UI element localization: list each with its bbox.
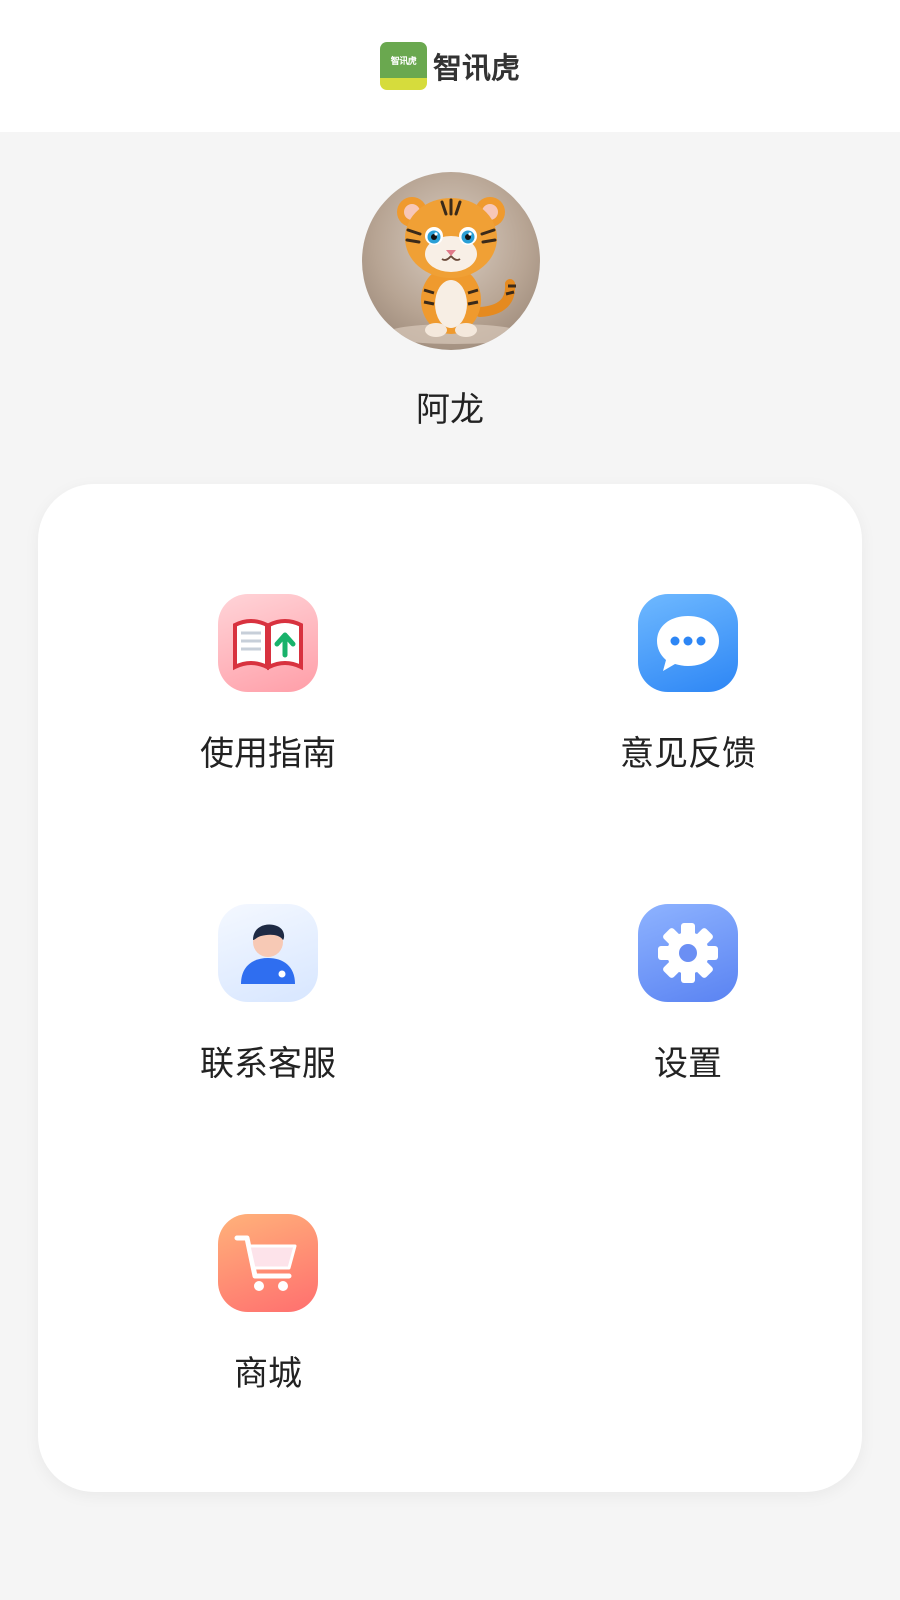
menu-item-mall[interactable]: 商城 <box>118 1214 418 1414</box>
menu-item-settings[interactable]: 设置 <box>538 904 838 1104</box>
book-icon <box>218 594 318 692</box>
profile-section: 阿龙 <box>0 132 900 472</box>
tiger-avatar-icon <box>384 197 524 344</box>
menu-item-feedback[interactable]: 意见反馈 <box>538 594 838 794</box>
avatar[interactable] <box>362 172 540 350</box>
user-service-icon <box>218 904 318 1002</box>
menu-item-guide[interactable]: 使用指南 <box>118 594 418 794</box>
menu-item-customer-service-label: 联系客服 <box>200 1044 336 1084</box>
menu-card: 使用指南 意见反馈 联系客服 设置 商城 <box>38 484 862 1492</box>
shopping-cart-icon <box>218 1214 318 1312</box>
chat-bubble-icon <box>638 594 738 692</box>
menu-item-feedback-label: 意见反馈 <box>620 734 756 774</box>
app-header: 智讯虎 智讯虎 <box>0 0 900 132</box>
brand-logo: 智讯虎 <box>379 42 427 90</box>
gear-icon <box>638 904 738 1002</box>
menu-item-guide-label: 使用指南 <box>200 734 336 774</box>
brand: 智讯虎 智讯虎 <box>379 42 520 90</box>
menu-item-mall-label: 商城 <box>234 1354 302 1394</box>
brand-logo-text: 智讯虎 <box>379 42 427 78</box>
brand-name: 智讯虎 <box>432 51 520 85</box>
menu-item-customer-service[interactable]: 联系客服 <box>118 904 418 1104</box>
menu-item-settings-label: 设置 <box>654 1044 722 1084</box>
username: 阿龙 <box>416 390 484 430</box>
